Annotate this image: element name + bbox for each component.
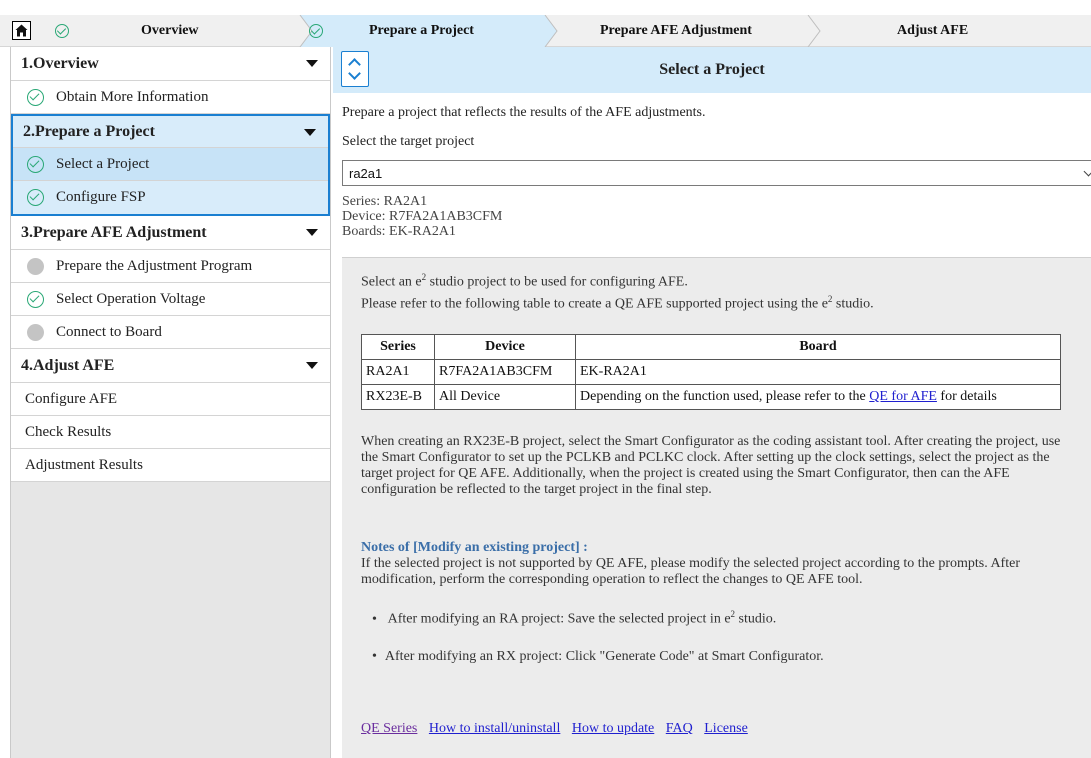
step-adjust-afe[interactable]: Adjust AFE: [897, 15, 1017, 47]
sidebar-item-connect-to-board[interactable]: Connect to Board: [11, 316, 330, 349]
sidebar-section-overview[interactable]: 1.Overview: [11, 47, 330, 81]
step-label: Prepare AFE Adjustment: [600, 23, 752, 38]
rx23e-b-instructions: When creating an RX23E-B project, select…: [361, 434, 1061, 497]
sidebar-item-configure-fsp[interactable]: Configure FSP: [13, 181, 328, 214]
check-circle-icon: [27, 189, 44, 206]
sidebar-item-label: Select Operation Voltage: [56, 290, 206, 307]
caret-down-icon: [306, 60, 318, 67]
table-cell: EK-RA2A1: [575, 359, 1061, 385]
sidebar-item-check-results[interactable]: Check Results: [11, 416, 330, 449]
chevron-down-icon: [348, 67, 361, 80]
section-title: 3.Prepare AFE Adjustment: [21, 223, 207, 241]
home-button[interactable]: [12, 21, 31, 40]
series-info: Series: RA2A1: [342, 194, 428, 209]
notes-text: If the selected project is not supported…: [361, 556, 1020, 587]
step-prepare-afe-adjustment[interactable]: Prepare AFE Adjustment: [600, 15, 800, 47]
check-circle-icon: [55, 24, 69, 38]
table-header: Series: [361, 334, 435, 360]
sidebar-item-label: Connect to Board: [56, 323, 162, 340]
qe-for-afe-link[interactable]: QE for AFE: [869, 389, 937, 404]
table-cell: R7FA2A1AB3CFM: [434, 359, 576, 385]
step-label: Prepare a Project: [369, 23, 474, 38]
bullet-ra-project: After modifying an RA project: Save the …: [372, 609, 777, 628]
table-header: Board: [575, 334, 1061, 360]
section-title: 1.Overview: [21, 54, 99, 72]
collapse-toggle-button[interactable]: [341, 51, 369, 87]
check-circle-icon: [27, 290, 44, 308]
supported-devices-table: Series Device Board RA2A1 R7FA2A1AB3CFM …: [361, 334, 1061, 410]
footer-links: QE Series How to install/uninstall How t…: [361, 721, 756, 737]
sidebar-item-label: Prepare the Adjustment Program: [56, 257, 253, 274]
check-circle-icon: [27, 155, 44, 173]
device-info: Device: R7FA2A1AB3CFM: [342, 209, 503, 224]
caret-down-icon: [306, 229, 318, 236]
project-select[interactable]: ra2a1: [342, 160, 1091, 186]
pending-circle-icon: [27, 257, 44, 275]
step-overview[interactable]: Overview: [55, 15, 300, 47]
sidebar-item-configure-afe[interactable]: Configure AFE: [11, 383, 330, 416]
page-header: Select a Project: [333, 47, 1091, 93]
sidebar-item-label: Select a Project: [56, 155, 150, 172]
step-label: Overview: [141, 23, 199, 38]
section-title: 4.Adjust AFE: [21, 356, 115, 374]
link-faq[interactable]: FAQ: [666, 721, 693, 736]
info-line-1: Select an e2 studio project to be used f…: [361, 272, 688, 290]
caret-down-icon: [304, 129, 316, 136]
sidebar-section-prepare-afe-adjustment[interactable]: 3.Prepare AFE Adjustment: [11, 216, 330, 250]
sidebar-item-label: Check Results: [25, 423, 112, 440]
select-label: Select the target project: [342, 134, 475, 149]
table-cell: RX23E-B: [361, 384, 435, 410]
link-install-uninstall[interactable]: How to install/uninstall: [429, 721, 560, 736]
sidebar-item-label: Configure FSP: [56, 189, 146, 205]
notes-title: Notes of [Modify an existing project] :: [361, 540, 588, 555]
project-details: Series: RA2A1 Device: R7FA2A1AB3CFM Boar…: [342, 194, 502, 239]
boards-info: Boards: EK-RA2A1: [342, 224, 456, 239]
table-header: Device: [434, 334, 576, 360]
table-cell: RA2A1: [361, 359, 435, 385]
sidebar-item-label: Configure AFE: [25, 390, 118, 407]
sidebar-group-prepare-project: 2.Prepare a Project Select a Project Con…: [11, 114, 330, 216]
table-header-row: Series Device Board: [361, 334, 1061, 360]
link-license[interactable]: License: [704, 721, 748, 736]
link-how-to-update[interactable]: How to update: [572, 721, 654, 736]
sidebar-item-obtain-more-information[interactable]: Obtain More Information: [11, 81, 330, 114]
page-title: Select a Project: [659, 61, 765, 78]
sidebar-item-prepare-adjustment-program[interactable]: Prepare the Adjustment Program: [11, 250, 330, 283]
table-row: RA2A1 R7FA2A1AB3CFM EK-RA2A1: [361, 359, 1061, 385]
sidebar-section-adjust-afe[interactable]: 4.Adjust AFE: [11, 349, 330, 383]
table-row: RX23E-B All Device Depending on the func…: [361, 384, 1061, 410]
intro-text: Prepare a project that reflects the resu…: [342, 105, 706, 120]
info-panel: Select an e2 studio project to be used f…: [342, 257, 1091, 758]
table-cell: Depending on the function used, please r…: [575, 384, 1061, 410]
sidebar-item-select-operation-voltage[interactable]: Select Operation Voltage: [11, 283, 330, 316]
project-select-value: ra2a1: [349, 166, 383, 181]
table-cell: All Device: [434, 384, 576, 410]
sidebar-item-label: Adjustment Results: [25, 456, 143, 473]
sidebar-item-label: Obtain More Information: [56, 88, 209, 105]
sidebar-item-adjustment-results[interactable]: Adjustment Results: [11, 449, 330, 482]
step-prepare-project[interactable]: Prepare a Project: [309, 15, 545, 47]
section-title: 2.Prepare a Project: [23, 122, 155, 140]
bullet-rx-project: After modifying an RX project: Click "Ge…: [372, 649, 824, 665]
sidebar-section-prepare-project[interactable]: 2.Prepare a Project: [13, 116, 328, 148]
check-circle-icon: [309, 24, 323, 38]
home-icon: [15, 24, 28, 37]
check-circle-icon: [27, 88, 44, 106]
main-panel: Select a Project Prepare a project that …: [333, 47, 1091, 758]
step-label: Adjust AFE: [897, 23, 969, 38]
info-line-2: Please refer to the following table to c…: [361, 294, 874, 312]
sidebar-item-select-project[interactable]: Select a Project: [13, 148, 328, 181]
caret-down-icon: [306, 362, 318, 369]
sidebar: 1.Overview Obtain More Information 2.Pre…: [10, 47, 331, 758]
pending-circle-icon: [27, 323, 44, 341]
link-qe-series[interactable]: QE Series: [361, 721, 417, 736]
chevron-down-icon: [1083, 166, 1091, 177]
